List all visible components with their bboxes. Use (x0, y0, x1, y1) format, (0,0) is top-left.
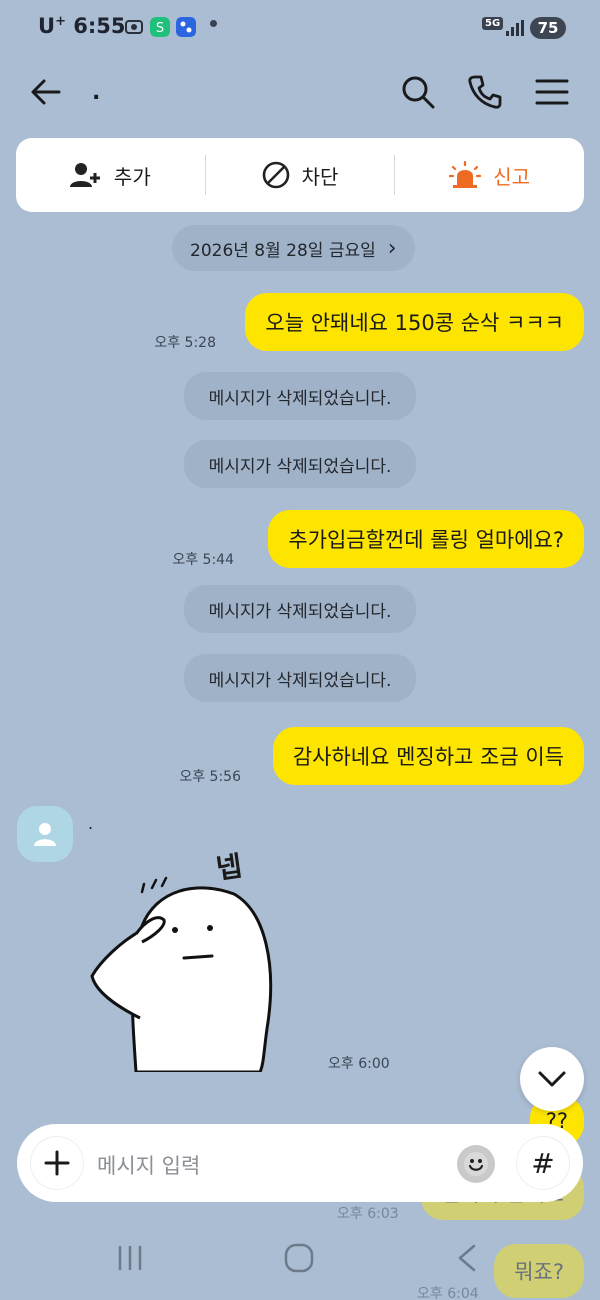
date-divider[interactable]: 2026년 8월 28일 금요일 › (172, 225, 415, 271)
plus-icon (44, 1150, 70, 1176)
menu-button[interactable] (530, 70, 574, 114)
notification-icons: S (124, 17, 196, 37)
network-badge: 5G (482, 17, 504, 30)
deleted-message: 메시지가 삭제되었습니다. (184, 585, 416, 633)
attach-button[interactable] (31, 1137, 83, 1189)
chat-title: . (92, 80, 101, 105)
status-bar: U+ 6:55 S 5G 75 (0, 0, 600, 58)
sticker-message[interactable]: 넵 (80, 842, 280, 1074)
nav-recent-apps-button[interactable] (116, 1243, 144, 1277)
date-label: 2026년 8월 28일 금요일 (190, 240, 376, 261)
deleted-message: 메시지가 삭제되었습니다. (184, 440, 416, 488)
call-button[interactable] (463, 70, 507, 114)
block-label: 차단 (301, 164, 339, 189)
battery-indicator: 75 (530, 17, 566, 39)
search-button[interactable] (396, 70, 440, 114)
chevron-down-icon (538, 1071, 566, 1087)
my-message-bubble[interactable]: 추가입금할껀데 롤링 얼마에요? (268, 510, 584, 568)
more-notifications-dot (210, 20, 217, 27)
report-button[interactable]: 신고 (394, 155, 584, 195)
hashtag-search-button[interactable]: # (517, 1137, 569, 1189)
screenshot-icon (125, 20, 143, 34)
nav-back-button[interactable] (456, 1243, 478, 1277)
add-friend-label: 추가 (113, 164, 151, 189)
sender-name: . (88, 814, 94, 833)
message-time: 오후 5:44 (172, 552, 234, 568)
recent-apps-icon (118, 1246, 142, 1270)
message-time: 오후 6:00 (328, 1056, 390, 1072)
my-message-bubble[interactable]: 오늘 안돼네요 150콩 순삭 ㅋㅋㅋ (245, 293, 584, 351)
arrow-left-icon (31, 79, 61, 105)
block-button[interactable]: 차단 (204, 155, 395, 195)
sticker-text: 넵 (214, 849, 245, 886)
message-time: 오후 5:28 (154, 335, 216, 351)
message-time: 오후 6:03 (337, 1206, 399, 1222)
svg-text:S: S (156, 21, 164, 36)
phone-icon (468, 75, 502, 109)
back-button[interactable] (24, 70, 68, 114)
my-message-bubble[interactable]: 감사하네요 멘징하고 조금 이득 (272, 727, 584, 785)
search-icon (402, 76, 435, 109)
report-label: 신고 (493, 164, 531, 189)
person-plus-icon (69, 163, 100, 187)
carrier-label: U+ 6:55 (38, 14, 126, 38)
saluting-character-sticker (90, 876, 273, 1074)
chevron-left-icon (458, 1244, 476, 1272)
app-green-icon: S (150, 17, 170, 37)
message-input[interactable]: 메시지 입력 (97, 1150, 200, 1180)
nav-home-button[interactable] (284, 1243, 314, 1277)
add-friend-button[interactable]: 추가 (16, 138, 205, 212)
my-message-bubble[interactable]: 뭐죠? (494, 1244, 584, 1298)
default-profile-icon (34, 823, 56, 846)
home-icon (284, 1243, 314, 1273)
menu-icon (535, 79, 569, 105)
message-time: 오후 5:56 (179, 769, 241, 785)
scroll-to-bottom-button[interactable] (520, 1047, 584, 1111)
message-time: 오후 6:04 (417, 1286, 479, 1300)
chevron-right-icon: › (387, 235, 397, 261)
siren-icon (449, 161, 482, 188)
sender-avatar[interactable] (17, 806, 73, 862)
clock: 6:55 (73, 14, 126, 38)
emoticon-button[interactable] (457, 1145, 495, 1183)
deleted-message: 메시지가 삭제되었습니다. (184, 372, 416, 420)
block-icon (262, 161, 289, 189)
smiley-icon (464, 1152, 488, 1176)
signal-icon (506, 20, 524, 36)
deleted-message: 메시지가 삭제되었습니다. (184, 654, 416, 702)
app-blue-icon (176, 17, 196, 37)
stranger-action-bar: 추가 차단 신고 (16, 138, 584, 212)
